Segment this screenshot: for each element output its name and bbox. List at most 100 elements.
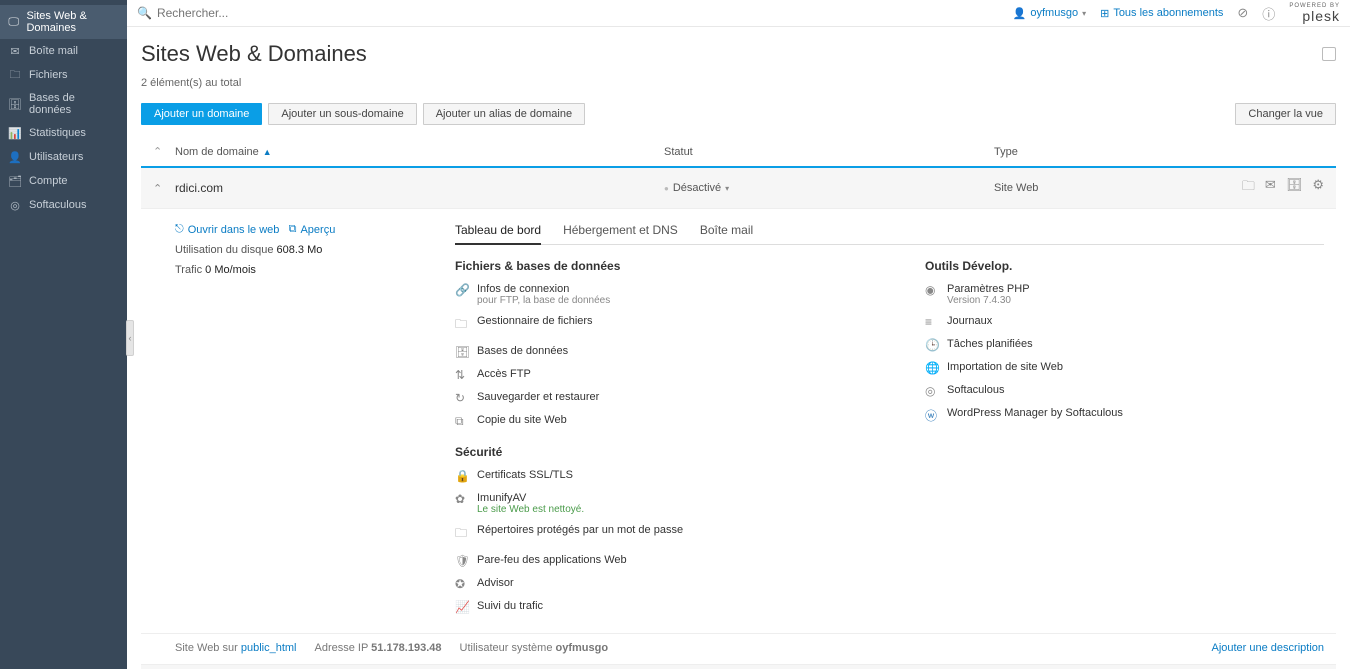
sidebar-item-label: Utilisateurs (29, 151, 83, 163)
tab-mail[interactable]: Boîte mail (700, 223, 753, 244)
wordpress-icon: ⓦ (925, 407, 939, 424)
tool-waf[interactable]: 🛡Pare-feu des applications Web (455, 554, 875, 568)
sidebar-item-stats[interactable]: 📊 Statistiques (0, 121, 127, 145)
tool-advisor[interactable]: ✪Advisor (455, 577, 875, 591)
collapse-all-icon[interactable]: ⌃ (153, 145, 175, 158)
domain-status[interactable]: ●Désactivé▾ (664, 182, 994, 194)
info-icon[interactable]: ⓘ (1262, 4, 1275, 23)
add-domain-button[interactable]: Ajouter un domaine (141, 103, 262, 125)
tool-wordpress-manager[interactable]: ⓦWordPress Manager by Softaculous (925, 407, 1123, 424)
tool-ftp[interactable]: ⇅Accès FTP (455, 368, 875, 382)
php-icon: ◉ (925, 283, 939, 297)
chart-icon: 📊 (8, 126, 22, 140)
add-alias-button[interactable]: Ajouter un alias de domaine (423, 103, 585, 125)
advisor-icon: ✪ (455, 577, 469, 591)
external-icon: ⎋ (175, 223, 184, 236)
domain-row[interactable]: ⌃ rdici.com ●Désactivé▾ Site Web 🗀 ✉ 🗄 ⚙ (141, 168, 1336, 209)
search-input[interactable] (157, 6, 457, 20)
sidebar-collapse-handle[interactable]: ‹ (126, 320, 134, 356)
change-view-button[interactable]: Changer la vue (1235, 103, 1336, 125)
tool-connection-info[interactable]: 🔗Infos de connexionpour FTP, la base de … (455, 283, 875, 306)
shield-icon: ✿ (455, 492, 469, 506)
sidebar-item-files[interactable]: 🗀 Fichiers (0, 63, 127, 87)
user-name: oyfmusgo (1030, 7, 1078, 19)
subscriptions-label: Tous les abonnements (1113, 7, 1223, 19)
softaculous-icon: ◎ (8, 198, 22, 212)
tool-imunify[interactable]: ✿ImunifyAVLe site Web est nettoyé. (455, 492, 875, 515)
database-icon: 🗄 (8, 97, 22, 111)
docroot-link[interactable]: public_html (241, 642, 297, 654)
tool-ssl[interactable]: 🔒Certificats SSL/TLS (455, 469, 875, 483)
sidebar: 🖵 Sites Web & Domaines ✉Boîte mail 🗀 Fichi… (0, 0, 127, 669)
open-web-link[interactable]: ⎋Ouvrir dans le web (175, 223, 279, 236)
tool-cron[interactable]: 🕒Tâches planifiées (925, 338, 1123, 352)
layout-toggle-icon[interactable] (1322, 47, 1336, 61)
tab-dashboard[interactable]: Tableau de bord (455, 223, 541, 245)
domain-row[interactable]: ⌃ ecouter.rdici.com ●Désactivé▾ Site Web… (141, 665, 1336, 669)
add-description-link[interactable]: Ajouter une description (1211, 642, 1324, 654)
sidebar-item-label: Fichiers (29, 69, 68, 81)
section-files-title: Fichiers & bases de données (455, 259, 875, 273)
folder-icon: 🗀 (8, 68, 22, 82)
clock-icon: 🕒 (925, 338, 939, 352)
grid-icon: ⊞ (1100, 7, 1109, 20)
tool-copy-website[interactable]: ⧉Copie du site Web (455, 414, 875, 429)
sidebar-item-databases[interactable]: 🗄 Bases de données (0, 87, 127, 121)
traffic-value: 0 Mo/mois (205, 264, 256, 276)
sidebar-item-label: Compte (29, 175, 68, 187)
link-icon: 🔗 (455, 283, 469, 297)
sidebar-item-label: Bases de données (29, 92, 119, 116)
softaculous-icon: ◎ (925, 384, 939, 398)
tool-traffic[interactable]: 📈Suivi du trafic (455, 600, 875, 614)
tool-softaculous[interactable]: ◎Softaculous (925, 384, 1123, 398)
eye-icon: ⧉ (289, 223, 297, 236)
sidebar-item-websites[interactable]: 🖵 Sites Web & Domaines (0, 5, 127, 39)
chevron-up-icon[interactable]: ⌃ (153, 182, 175, 195)
folder-icon: 🗀 (455, 315, 469, 336)
search-icon: 🔍 (137, 6, 152, 20)
mail-icon: ✉ (8, 44, 22, 58)
database-icon[interactable]: 🗄 (1286, 177, 1303, 199)
tool-file-manager[interactable]: 🗀Gestionnaire de fichiers (455, 315, 875, 336)
plesk-logo: POWERED BYplesk (1289, 3, 1340, 23)
table-header: ⌃ Nom de domaine▲ Statut Type (141, 135, 1336, 168)
sidebar-item-softaculous[interactable]: ◎Softaculous (0, 193, 127, 217)
settings-icon[interactable]: ⚙ (1312, 177, 1324, 199)
backup-icon: ↻ (455, 391, 469, 405)
import-icon: 🌐 (925, 361, 939, 375)
mail-icon[interactable]: ✉ (1265, 177, 1276, 199)
sidebar-item-account[interactable]: 🗂 Compte (0, 169, 127, 193)
subscriptions-menu[interactable]: ⊞ Tous les abonnements (1100, 7, 1223, 20)
files-icon[interactable]: 🗀 (1242, 177, 1255, 199)
add-subdomain-button[interactable]: Ajouter un sous-domaine (268, 103, 416, 125)
tool-databases[interactable]: 🗄Bases de données (455, 345, 875, 359)
tool-logs[interactable]: ≡Journaux (925, 315, 1123, 329)
sidebar-item-mail[interactable]: ✉Boîte mail (0, 39, 127, 63)
tool-protected-dirs[interactable]: 🗀Répertoires protégés par un mot de pass… (455, 524, 875, 545)
account-icon: 🗂 (8, 174, 22, 188)
tool-php[interactable]: ◉Paramètres PHPVersion 7.4.30 (925, 283, 1123, 306)
monitor-icon: 🖵 (8, 15, 19, 29)
user-icon: 👤 (1013, 7, 1027, 20)
sidebar-item-label: Statistiques (29, 127, 86, 139)
chart-icon: 📈 (455, 600, 469, 614)
topbar: 🔍 👤oyfmusgo ▾ ⊞Tous les abonnements ⊘ ⓘ … (127, 0, 1350, 27)
help-icon[interactable]: ⊘ (1237, 5, 1248, 21)
ip-value: 51.178.193.48 (371, 642, 441, 654)
tool-backup[interactable]: ↻Sauvegarder et restaurer (455, 391, 875, 405)
sort-asc-icon: ▲ (263, 147, 272, 157)
col-status[interactable]: Statut (664, 146, 994, 158)
disk-label: Utilisation du disque (175, 244, 273, 256)
sidebar-item-users[interactable]: 👤Utilisateurs (0, 145, 127, 169)
domain-details: ⎋Ouvrir dans le web ⧉Aperçu Utilisation … (141, 209, 1336, 634)
tab-hosting[interactable]: Hébergement et DNS (563, 223, 678, 244)
search-box[interactable]: 🔍 (137, 6, 1003, 20)
user-menu[interactable]: 👤oyfmusgo ▾ (1013, 7, 1086, 20)
preview-link[interactable]: ⧉Aperçu (289, 223, 336, 236)
col-name[interactable]: Nom de domaine▲ (175, 146, 664, 158)
tool-import[interactable]: 🌐Importation de site Web (925, 361, 1123, 375)
logs-icon: ≡ (925, 315, 939, 329)
col-type[interactable]: Type (994, 146, 1234, 158)
sidebar-item-label: Sites Web & Domaines (26, 10, 119, 34)
total-count: 2 élément(s) au total (141, 77, 1336, 89)
